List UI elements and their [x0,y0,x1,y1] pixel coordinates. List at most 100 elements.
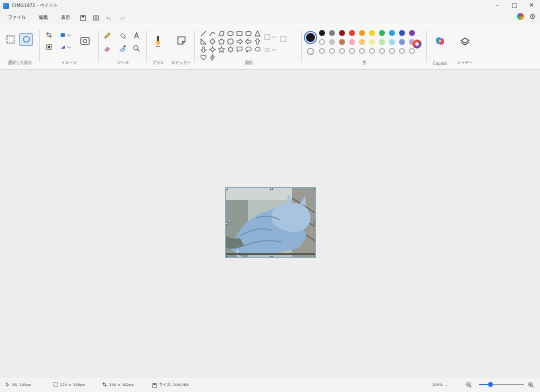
rectangle-shape-button[interactable] [236,30,243,37]
gear-icon[interactable]: ⚙ [529,13,536,21]
color-swatch[interactable] [349,39,355,45]
color-picker-button[interactable] [118,44,127,53]
resize-handle[interactable] [313,255,315,257]
image-edit-button[interactable] [79,35,91,47]
text-button[interactable] [132,31,141,40]
image-button[interactable] [90,13,101,22]
eraser-button[interactable] [103,44,112,53]
magnifier-button[interactable] [132,44,141,53]
custom-color-slot[interactable] [399,48,405,54]
color-swatch[interactable] [379,39,385,45]
canvas-image[interactable] [225,187,316,258]
custom-color-slot[interactable] [359,48,365,54]
zoom-slider-thumb[interactable] [487,382,493,388]
color-swatch[interactable] [379,30,385,36]
save-button[interactable] [77,13,88,22]
polygon-shape-button[interactable] [218,30,225,37]
copilot-button[interactable] [434,35,446,47]
crop-button[interactable] [44,31,53,39]
menu-edit[interactable]: 編集 [37,14,50,22]
zoom-slider[interactable] [479,382,524,388]
pencil-button[interactable] [103,31,112,40]
custom-color-slot[interactable] [319,48,325,54]
rectangle-select-button[interactable] [5,34,16,45]
up-arrow-shape-button[interactable] [254,38,261,45]
resize-handle[interactable] [226,255,228,257]
custom-color-slot[interactable] [369,48,375,54]
resize-handle[interactable] [270,255,273,257]
custom-color-slot[interactable] [339,48,345,54]
five-point-star-shape-button[interactable] [218,46,225,53]
close-button[interactable]: ✕ [523,0,540,11]
shape-fill-button[interactable] [279,35,293,43]
redo-button[interactable] [116,13,127,22]
color-swatch[interactable] [399,30,405,36]
edit-colors-button[interactable] [411,38,423,50]
color-swatch[interactable] [319,39,325,45]
menu-view[interactable]: 表示 [59,14,72,22]
menu-file[interactable]: ファイル [6,14,28,22]
brush-button[interactable] [152,34,164,48]
custom-color-slot[interactable] [349,48,355,54]
secondary-color-button[interactable] [306,47,315,56]
triangle-shape-button[interactable] [254,30,261,37]
zoom-level-display[interactable]: 100% ⌄ [432,382,448,387]
undo-button[interactable] [103,13,114,22]
diamond-shape-button[interactable] [209,38,216,45]
layers-button[interactable] [459,36,471,48]
rectangle-callout-shape-button[interactable] [236,46,243,53]
color-swatch[interactable] [329,30,335,36]
curve-shape-button[interactable] [209,30,216,37]
color-swatch[interactable] [389,39,395,45]
cloud-callout-shape-button[interactable] [254,46,261,53]
resize-handle[interactable] [313,222,315,225]
line-width-button[interactable] [263,46,277,54]
color-swatch[interactable] [359,39,365,45]
resize-button[interactable] [44,43,53,51]
rotate-button[interactable] [58,31,72,39]
canvas-workspace[interactable] [0,70,540,378]
custom-color-slot[interactable] [329,48,335,54]
resize-handle[interactable] [226,222,228,225]
color-swatch[interactable] [399,39,405,45]
flip-button[interactable] [58,43,72,51]
color-swatch[interactable] [339,30,345,36]
left-arrow-shape-button[interactable] [245,38,252,45]
six-point-star-shape-button[interactable] [227,46,234,53]
minimize-button[interactable]: – [489,0,506,11]
color-swatch[interactable] [389,30,395,36]
rounded-rectangle-shape-button[interactable] [245,30,252,37]
outline-button[interactable] [263,33,277,41]
color-swatch[interactable] [349,30,355,36]
color-swatch[interactable] [319,30,325,36]
primary-color-button[interactable] [304,31,317,44]
maximize-button[interactable]: □ [506,0,523,11]
color-swatch[interactable] [359,30,365,36]
zoom-out-button[interactable] [466,382,472,388]
hexagon-shape-button[interactable] [227,38,234,45]
pentagon-shape-button[interactable] [218,38,225,45]
free-select-button[interactable] [19,33,33,46]
cursor-position-text: 58, 145px [12,382,32,387]
right-arrow-shape-button[interactable] [236,38,243,45]
color-swatch[interactable] [329,39,335,45]
resize-handle[interactable] [313,188,315,190]
down-arrow-shape-button[interactable] [200,46,207,53]
color-swatch[interactable] [369,30,375,36]
oval-shape-button[interactable] [227,30,234,37]
custom-color-slot[interactable] [389,48,395,54]
color-swatch[interactable] [409,30,415,36]
right-triangle-shape-button[interactable] [200,38,207,45]
resize-handle[interactable] [226,188,228,190]
color-swatch[interactable] [369,39,375,45]
sticker-button[interactable] [175,34,187,46]
profile-icon[interactable] [517,13,524,20]
resize-handle[interactable] [270,188,273,190]
four-point-star-shape-button[interactable] [209,46,216,53]
oval-callout-shape-button[interactable] [245,46,252,53]
custom-color-slot[interactable] [379,48,385,54]
zoom-in-button[interactable] [528,382,534,388]
line-shape-button[interactable] [200,30,207,37]
fill-button[interactable] [118,31,127,40]
color-swatch[interactable] [339,39,345,45]
